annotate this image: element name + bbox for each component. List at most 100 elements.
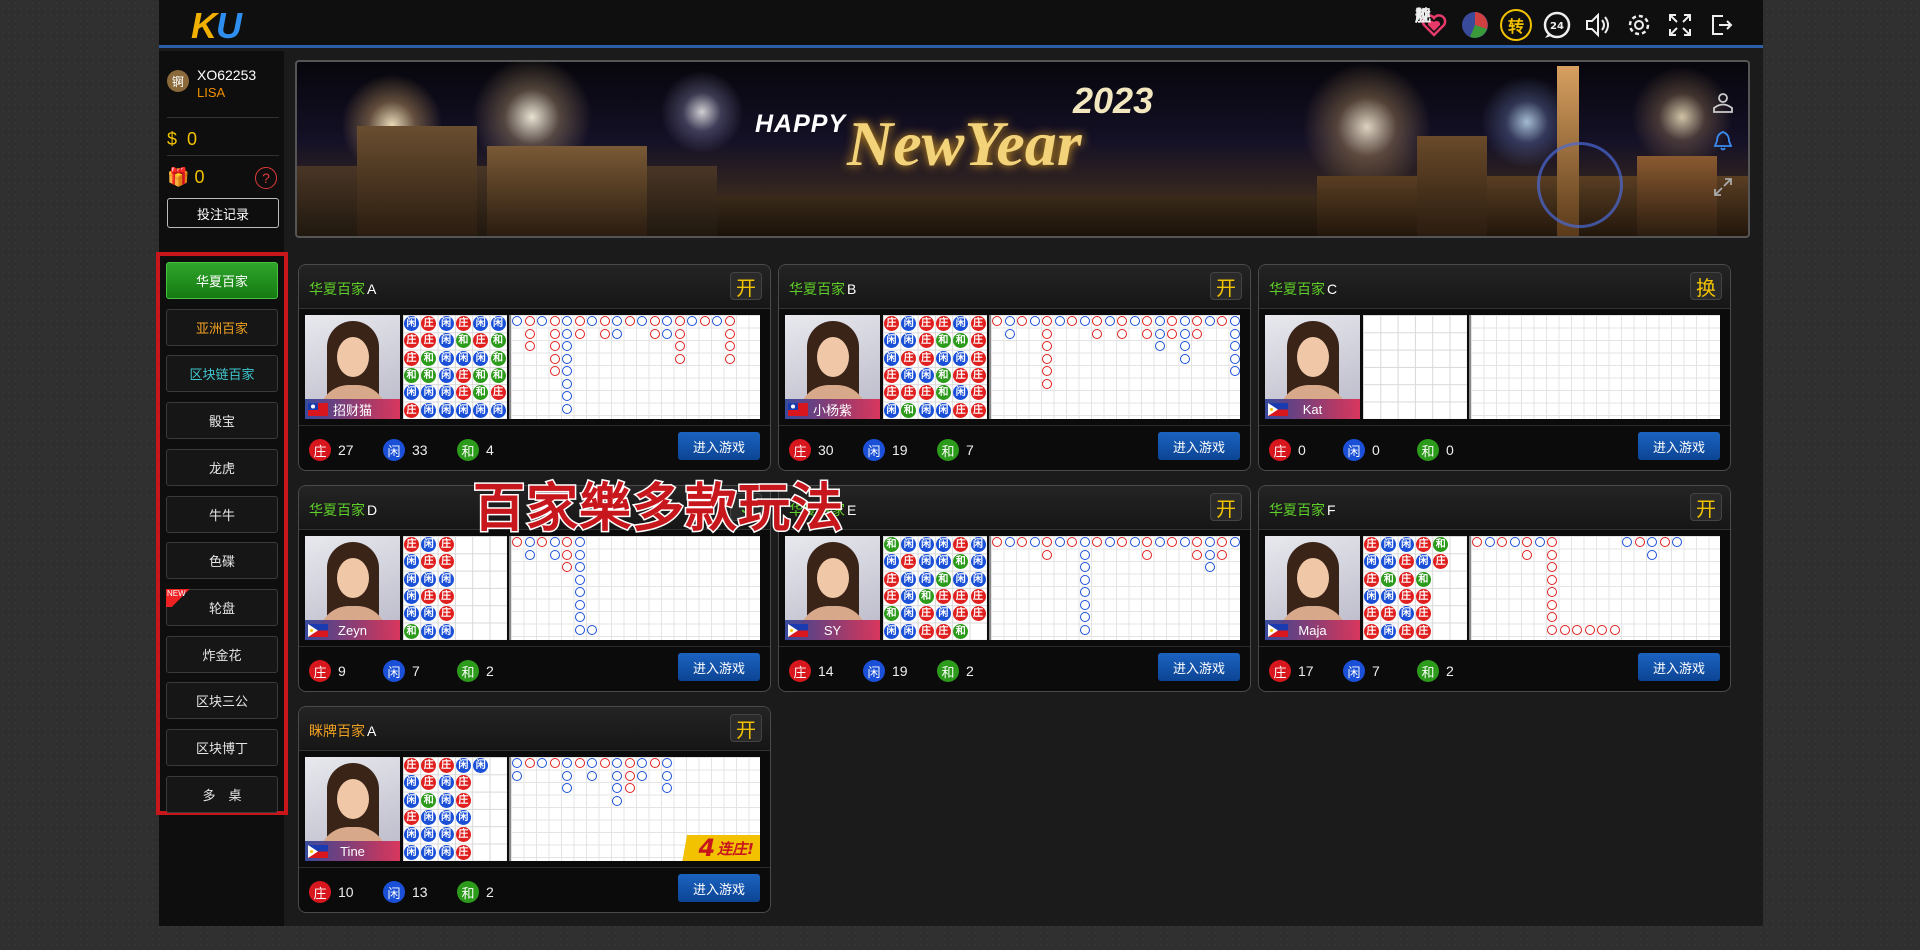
tie-count: 和2 [937, 660, 974, 682]
bead: 闲 [935, 554, 951, 570]
nav-item-4[interactable]: 龙虎 [166, 448, 278, 486]
road-mark [1204, 316, 1215, 326]
balance: $ 0 [167, 129, 197, 150]
bead: 庄 [970, 333, 986, 349]
nav-item-8[interactable]: 炸金花 [166, 635, 278, 673]
road-mark [1547, 587, 1557, 597]
bead: 和 [404, 623, 419, 639]
nav-item-5[interactable]: 牛牛 [166, 495, 278, 533]
road-mark [1217, 537, 1227, 547]
table-status-badge: 开 [1210, 272, 1242, 300]
nav-item-6[interactable]: 色碟 [166, 542, 278, 580]
road-mark [1004, 537, 1015, 547]
expand-icon[interactable] [1710, 174, 1736, 200]
bead: 闲 [953, 350, 969, 366]
transfer-button[interactable]: 转 [1500, 9, 1532, 41]
nav-item-2[interactable]: 区块链百家 [166, 355, 278, 393]
bead: 庄 [1398, 623, 1414, 639]
enter-game-button[interactable]: 进入游戏 [1158, 653, 1240, 681]
settings-gear-icon[interactable] [1623, 9, 1655, 41]
enter-game-button[interactable]: 进入游戏 [678, 432, 760, 460]
tie-icon: 和 [457, 439, 479, 461]
notification-bell-icon[interactable] [1710, 128, 1736, 154]
bead: 闲 [490, 402, 506, 418]
bead: 庄 [884, 571, 899, 587]
road-mark [612, 795, 622, 806]
enter-game-button[interactable]: 进入游戏 [678, 653, 760, 681]
nav-item-0[interactable]: 华夏百家 [166, 262, 278, 299]
bead: 闲 [884, 623, 899, 639]
bead: 闲 [953, 571, 969, 587]
player-count: 闲 33 [383, 439, 428, 461]
bead: 庄 [438, 588, 454, 604]
bead: 闲 [421, 827, 437, 843]
road-mark [674, 341, 685, 351]
bead: 和 [455, 333, 471, 349]
bead: 闲 [438, 333, 454, 349]
banker-count: 庄 17 [1269, 660, 1314, 682]
nav-item-7[interactable]: 轮盘 NEW [166, 588, 278, 626]
road-mark [1204, 549, 1215, 560]
nav-item-11[interactable]: 多 桌 [166, 775, 278, 813]
bead: 闲 [901, 367, 917, 383]
tie-count: 和2 [1417, 660, 1454, 682]
banker-count: 庄 14 [789, 660, 834, 682]
enter-game-button[interactable]: 进入游戏 [1638, 432, 1720, 460]
enter-game-button[interactable]: 进入游戏 [1638, 653, 1720, 681]
road-mark [1622, 537, 1632, 547]
bead: 庄 [935, 588, 951, 604]
help-button[interactable]: ? [255, 167, 277, 189]
banker-icon: 庄 [309, 660, 331, 682]
balance-value: 0 [187, 129, 198, 149]
bead: 庄 [455, 316, 471, 331]
table-title: 眯牌百家 A [309, 723, 377, 739]
road-mark [1179, 353, 1190, 364]
road-mark [1497, 537, 1507, 547]
road-mark [1547, 574, 1557, 585]
banker-icon: 庄 [789, 660, 811, 682]
nav-item-9[interactable]: 区块三公 [166, 682, 278, 720]
road-mark [1217, 549, 1227, 560]
table-footer: 庄 14 闲 19 和 2 进入游戏 [779, 646, 1250, 691]
road-mark [1029, 316, 1040, 326]
table-status-badge: 开 [730, 714, 762, 742]
taiwan-flag-icon [308, 403, 328, 416]
dealer-icon[interactable] [1710, 90, 1736, 116]
fullscreen-icon[interactable] [1664, 9, 1696, 41]
road-mark [1204, 537, 1215, 547]
nav-item-3[interactable]: 骰宝 [166, 402, 278, 440]
road-mark [1167, 328, 1177, 339]
road-mark [649, 316, 660, 326]
table-status-badge: 开 [1210, 493, 1242, 521]
road-mark [992, 537, 1002, 547]
banner-happy-text: HAPPY [755, 110, 847, 138]
road-mark [637, 758, 647, 768]
nav-item-10[interactable]: 区块博丁 [166, 729, 278, 766]
bead: 庄 [953, 606, 969, 622]
sound-icon[interactable] [1582, 9, 1614, 41]
road-mark [1129, 316, 1140, 326]
enter-game-button[interactable]: 进入游戏 [678, 874, 760, 902]
streak-banner: 4 连庄! [670, 834, 760, 862]
logout-icon[interactable] [1705, 9, 1737, 41]
stats-pie-icon[interactable] [1459, 9, 1491, 41]
road-mark [549, 549, 560, 560]
rules-button[interactable]: 规 [1415, 6, 1431, 25]
philippines-flag-icon [788, 624, 808, 637]
support-24h-icon[interactable]: 24 [1541, 9, 1573, 41]
big-road [989, 315, 1240, 419]
road-mark [562, 378, 572, 389]
bead: 和 [404, 367, 419, 383]
bead: 闲 [901, 333, 917, 349]
table-card: 眯牌百家 A 开 Tine 庄闲闲庄闲闲庄庄和闲闲闲庄闲闲闲闲闲闲庄庄闲庄庄闲庄 10 闲 1… [298, 706, 771, 913]
player-count: 闲 13 [383, 881, 428, 903]
bead: 闲 [438, 827, 454, 843]
bead: 庄 [438, 606, 454, 622]
nav-item-1[interactable]: 亚洲百家 [166, 308, 278, 346]
bet-record-button[interactable]: 投注记录 [167, 198, 279, 228]
tie-count: 和2 [457, 881, 494, 903]
table-title: 华夏百家 A [309, 281, 377, 297]
enter-game-button[interactable]: 进入游戏 [1158, 432, 1240, 460]
banker-icon: 庄 [1269, 439, 1291, 461]
ku-logo[interactable]: KU [191, 5, 242, 47]
